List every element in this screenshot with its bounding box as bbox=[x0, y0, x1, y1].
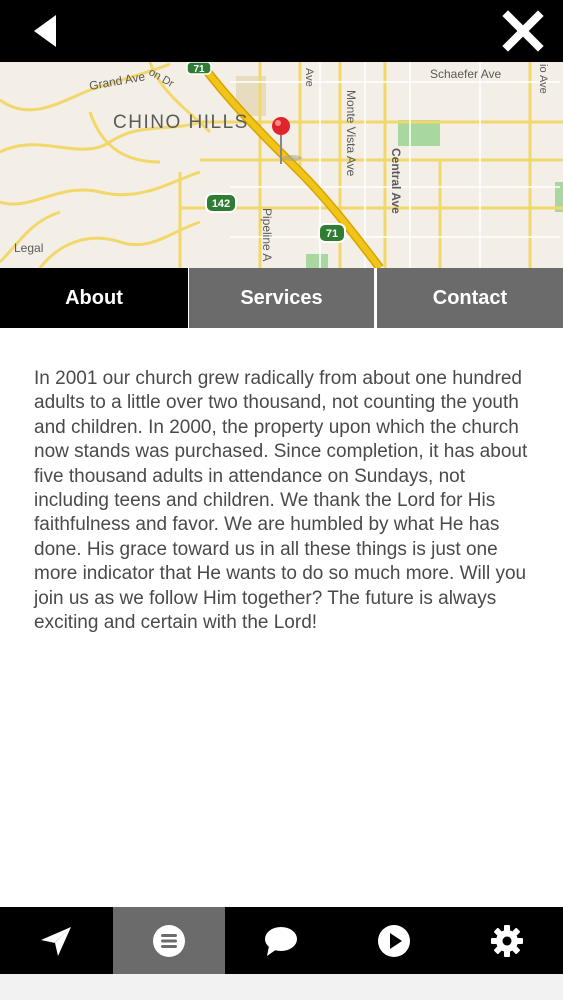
back-button[interactable] bbox=[22, 10, 66, 52]
map-label-schaefer-ave: Schaefer Ave bbox=[430, 67, 501, 81]
bottom-nav-settings[interactable] bbox=[450, 907, 563, 974]
svg-text:142: 142 bbox=[212, 198, 230, 210]
about-body-text: In 2001 our church grew radically from a… bbox=[34, 368, 528, 634]
map-label-chino-hills: CHINO HILLS bbox=[113, 112, 249, 133]
svg-text:71: 71 bbox=[193, 64, 205, 75]
svg-text:71: 71 bbox=[326, 228, 338, 240]
tab-services-label: Services bbox=[240, 286, 323, 309]
route-142-shield: 142 bbox=[205, 193, 237, 213]
back-arrow-icon bbox=[34, 15, 56, 47]
tab-contact-label: Contact bbox=[432, 286, 508, 309]
map-label-monte-vista-ave: Monte Vista Ave bbox=[344, 90, 358, 177]
tab-about[interactable]: About bbox=[0, 268, 188, 328]
close-icon bbox=[502, 10, 544, 52]
bottom-nav-send[interactable] bbox=[0, 907, 113, 974]
route-71-shield-top: 71 bbox=[186, 62, 212, 75]
map-label-top-right-street: io Ave bbox=[537, 64, 549, 94]
bottom-nav-chat[interactable] bbox=[225, 907, 338, 974]
map-label-central-ave: Central Ave bbox=[389, 148, 403, 214]
tab-about-label: About bbox=[65, 286, 123, 309]
close-button[interactable] bbox=[501, 10, 545, 52]
top-navigation-bar bbox=[0, 0, 563, 62]
bottom-navigation-bar bbox=[0, 907, 563, 974]
gear-icon bbox=[490, 924, 523, 957]
tab-contact[interactable]: Contact bbox=[377, 268, 563, 328]
play-icon bbox=[378, 924, 411, 957]
menu-list-icon bbox=[152, 924, 185, 957]
map-label-top-mid-street: Ave bbox=[303, 68, 315, 87]
route-71-shield-bottom: 71 bbox=[318, 223, 346, 243]
section-tabs: About Services Contact bbox=[0, 268, 563, 328]
chat-bubble-icon bbox=[265, 926, 298, 956]
tab-services[interactable]: Services bbox=[189, 268, 374, 328]
send-icon bbox=[41, 926, 72, 956]
map-label-pipeline-ave: Pipeline A bbox=[260, 208, 274, 261]
location-map[interactable]: 71 142 71 Grand Ave on Dr CHINO HILLS Sc… bbox=[0, 62, 563, 268]
bottom-nav-play[interactable] bbox=[338, 907, 451, 974]
footer-strip bbox=[0, 974, 563, 1000]
map-legal-link[interactable]: Legal bbox=[14, 241, 43, 255]
bottom-nav-menu[interactable] bbox=[112, 907, 226, 974]
